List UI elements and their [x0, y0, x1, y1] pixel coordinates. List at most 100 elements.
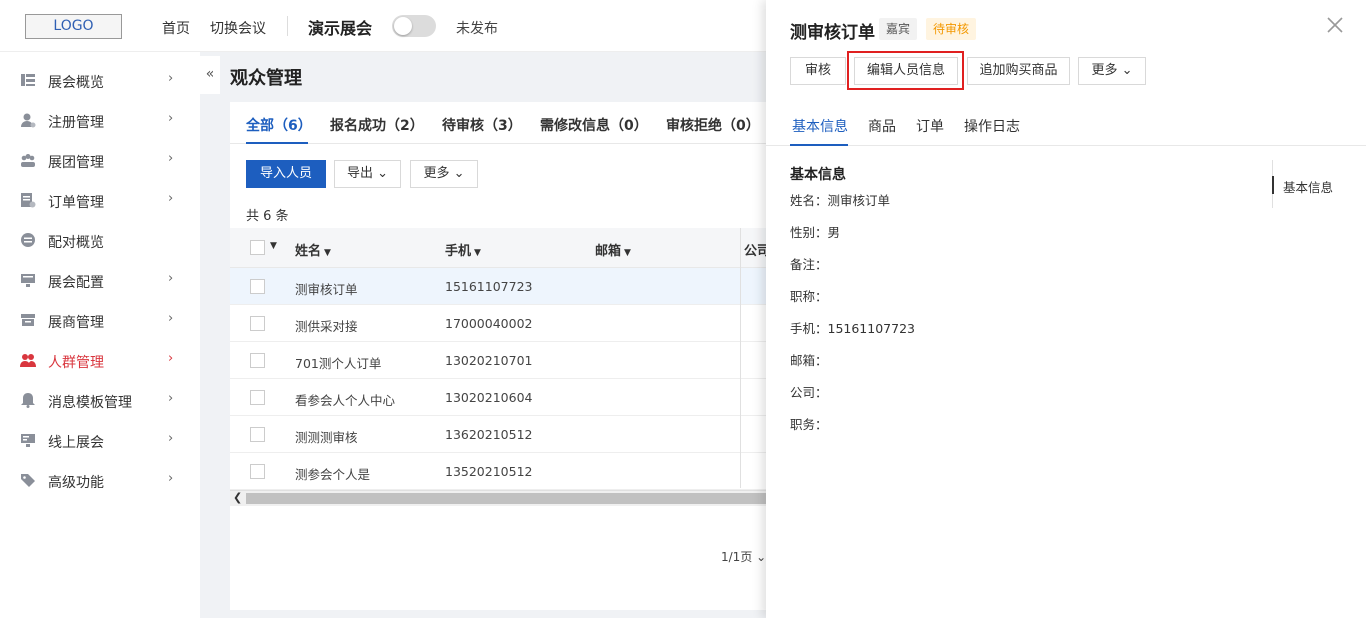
- column-name[interactable]: 姓名 ▼: [295, 240, 331, 259]
- collapse-sidebar-icon[interactable]: «: [200, 56, 220, 94]
- chevron-right-icon: ›: [168, 111, 174, 126]
- sidebar-item-advanced[interactable]: 高级功能 ›: [0, 460, 200, 500]
- row-checkbox[interactable]: [250, 279, 265, 294]
- row-checkbox[interactable]: [250, 427, 265, 442]
- cell-name: 测参会个人是: [295, 467, 371, 482]
- chevron-right-icon: ›: [168, 71, 174, 86]
- sidebar-item-match-overview[interactable]: 配对概览: [0, 220, 200, 260]
- sidebar-item-expo-config[interactable]: 展会配置 ›: [0, 260, 200, 300]
- review-button[interactable]: 审核: [790, 57, 846, 85]
- scrollbar-thumb[interactable]: [246, 493, 766, 504]
- sidebar-item-label: 展团管理: [48, 155, 104, 171]
- sidebar-item-label: 消息模板管理: [48, 395, 132, 411]
- sort-icon: ▼: [324, 248, 331, 258]
- tab-needs-edit[interactable]: 需修改信息（0）: [540, 115, 648, 135]
- nav-home-link[interactable]: 首页: [162, 18, 190, 38]
- select-all-checkbox[interactable]: [250, 240, 265, 255]
- import-button[interactable]: 导入人员: [246, 160, 326, 188]
- config-icon: [21, 274, 35, 287]
- anchor-active-indicator: [1272, 176, 1274, 194]
- chevron-right-icon: ›: [168, 351, 174, 366]
- table-row[interactable]: 测供采对接 17000040002: [230, 305, 766, 342]
- toggle-knob: [394, 17, 412, 35]
- tab-goods[interactable]: 商品: [868, 116, 896, 136]
- cell-phone: 17000040002: [445, 316, 533, 331]
- sidebar-item-online-expo[interactable]: 线上展会 ›: [0, 420, 200, 460]
- row-checkbox[interactable]: [250, 316, 265, 331]
- tab-all[interactable]: 全部（6）: [246, 115, 312, 135]
- sidebar-item-message-templates[interactable]: 消息模板管理 ›: [0, 380, 200, 420]
- chevron-down-icon: ⌄: [1117, 63, 1133, 78]
- cell-phone: 15161107723: [445, 279, 533, 294]
- select-dropdown-icon[interactable]: ▼: [270, 241, 277, 251]
- tab-registered[interactable]: 报名成功（2）: [330, 115, 424, 135]
- publish-toggle[interactable]: [392, 15, 436, 37]
- page-indicator: 1/1页: [721, 550, 753, 564]
- nav-switch-meeting-link[interactable]: 切换会议: [210, 18, 266, 38]
- cell-name: 测测测审核: [295, 430, 358, 445]
- logo[interactable]: LOGO: [25, 14, 122, 39]
- tab-active-indicator: [790, 144, 848, 146]
- table-row[interactable]: 看参会人个人中心 13020210604: [230, 379, 766, 416]
- tab-operation-log[interactable]: 操作日志: [964, 116, 1020, 136]
- chevron-right-icon: ›: [168, 471, 174, 486]
- chevron-down-icon: ⌄: [449, 166, 465, 181]
- sidebar-item-registration[interactable]: 注册管理 ›: [0, 100, 200, 140]
- tab-active-indicator: [246, 142, 308, 144]
- field-title: 职称：: [790, 289, 828, 304]
- group-icon: [21, 154, 35, 167]
- more-label: 更多: [1091, 63, 1118, 78]
- cell-name: 测供采对接: [295, 319, 358, 334]
- field-position: 职务：: [790, 417, 828, 432]
- add-goods-button[interactable]: 追加购买商品: [967, 57, 1070, 85]
- tab-rejected[interactable]: 审核拒绝（0）: [666, 115, 760, 135]
- cell-name: 701测个人订单: [295, 356, 382, 371]
- export-button[interactable]: 导出 ⌄: [334, 160, 401, 188]
- anchor-basic-info[interactable]: 基本信息: [1283, 177, 1333, 196]
- tab-basic-info[interactable]: 基本信息: [792, 116, 848, 136]
- scroll-left-icon[interactable]: ❮: [233, 491, 242, 504]
- more-button[interactable]: 更多 ⌄: [410, 160, 478, 188]
- row-checkbox[interactable]: [250, 464, 265, 479]
- total-count: 共 6 条: [246, 209, 289, 224]
- table-row[interactable]: 测参会个人是 13520210512: [230, 453, 766, 490]
- table-row[interactable]: 测测测审核 13620210512: [230, 416, 766, 453]
- nav-divider: [287, 16, 288, 36]
- cell-name: 测审核订单: [295, 282, 358, 297]
- column-email[interactable]: 邮箱 ▼: [595, 240, 631, 259]
- cell-name: 看参会人个人中心: [295, 393, 396, 408]
- tab-pending[interactable]: 待审核（3）: [442, 115, 522, 135]
- sidebar: 展会概览 › 注册管理 › 展团管理 › 订单管理 › 配对概览 展会配置 › …: [0, 52, 200, 618]
- row-checkbox[interactable]: [250, 353, 265, 368]
- pagination[interactable]: 1/1页 ⌄: [721, 548, 766, 565]
- tab-orders[interactable]: 订单: [916, 116, 944, 136]
- column-phone[interactable]: 手机 ▼: [445, 240, 481, 259]
- table-row[interactable]: 测审核订单 15161107723: [230, 268, 766, 305]
- chevron-right-icon: ›: [168, 311, 174, 326]
- horizontal-scrollbar[interactable]: ❮: [230, 490, 766, 506]
- sidebar-item-group[interactable]: 展团管理 ›: [0, 140, 200, 180]
- match-icon: [21, 233, 35, 247]
- close-icon[interactable]: [1326, 16, 1344, 34]
- sort-icon: ▼: [474, 248, 481, 258]
- monitor-icon: [21, 434, 35, 447]
- sidebar-item-label: 订单管理: [48, 195, 104, 211]
- drawer-more-button[interactable]: 更多 ⌄: [1078, 57, 1146, 85]
- chevron-right-icon: ›: [168, 191, 174, 206]
- table-row[interactable]: 701测个人订单 13020210701: [230, 342, 766, 379]
- sidebar-item-orders[interactable]: 订单管理 ›: [0, 180, 200, 220]
- cell-phone: 13020210701: [445, 353, 533, 368]
- export-label: 导出: [346, 166, 373, 181]
- sidebar-item-expo-overview[interactable]: 展会概览 ›: [0, 60, 200, 100]
- publish-status: 未发布: [456, 21, 498, 37]
- status-badge: 待审核: [926, 18, 977, 40]
- sort-icon: ▼: [624, 248, 631, 258]
- sidebar-item-exhibitors[interactable]: 展商管理 ›: [0, 300, 200, 340]
- expo-name: 演示展会: [308, 19, 373, 38]
- row-checkbox[interactable]: [250, 390, 265, 405]
- sidebar-item-crowd[interactable]: 人群管理 ›: [0, 340, 200, 380]
- sidebar-item-label: 注册管理: [48, 115, 104, 131]
- field-email: 邮箱：: [790, 353, 828, 368]
- chevron-right-icon: ›: [168, 151, 174, 166]
- status-tabs: 全部（6） 报名成功（2） 待审核（3） 需修改信息（0） 审核拒绝（0）: [230, 102, 766, 144]
